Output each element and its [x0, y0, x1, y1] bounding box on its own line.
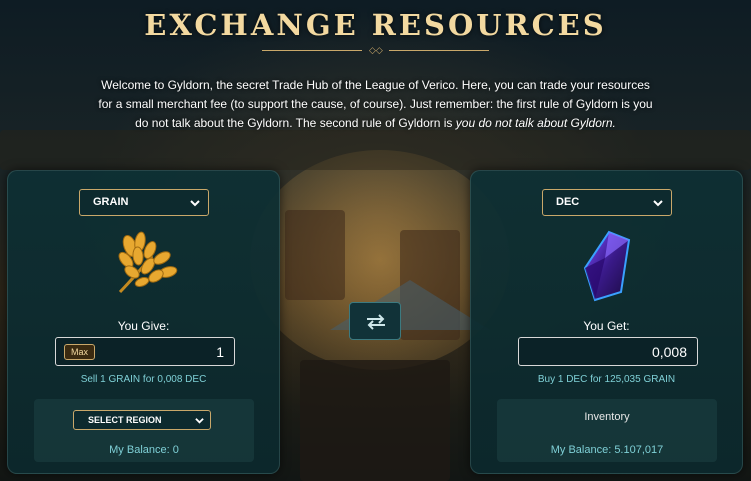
get-balance: My Balance: 5.107,017 — [550, 444, 664, 456]
sell-rate-text: Sell 1 GRAIN for 0,008 DEC — [80, 374, 207, 385]
inventory-subpanel: Inventory My Balance: 5.107,017 — [497, 399, 717, 462]
intro-text: Welcome to Gyldorn, the secret Trade Hub… — [80, 76, 671, 133]
swap-arrows-icon — [367, 314, 385, 330]
inventory-title: Inventory — [584, 411, 630, 423]
get-amount-field — [518, 337, 698, 366]
intro-line-3-italic: you do not talk about Gyldorn. — [455, 116, 616, 130]
dec-crystal-icon — [583, 230, 631, 302]
region-select-value: SELECT REGION — [88, 415, 162, 425]
chevron-down-icon — [190, 200, 200, 207]
get-panel: DEC You Get: Buy 1 DEC for 125,035 GRAIN… — [470, 170, 743, 474]
get-resource-select[interactable]: DEC — [542, 189, 672, 216]
grain-icon — [118, 231, 178, 294]
page-title: EXCHANGE RESOURCES — [144, 8, 607, 42]
intro-line-3-text: do not talk about the Gyldorn. The secon… — [135, 116, 456, 130]
title-ornament: ◇◇ — [262, 46, 489, 56]
chevron-down-icon — [653, 200, 663, 207]
max-button[interactable]: Max — [64, 344, 96, 360]
give-balance: My Balance: 0 — [109, 444, 179, 456]
buy-rate-text: Buy 1 DEC for 125,035 GRAIN — [537, 374, 676, 385]
give-amount-input[interactable] — [104, 338, 224, 365]
swap-button[interactable] — [349, 302, 401, 340]
region-select[interactable]: SELECT REGION — [73, 410, 211, 430]
give-resource-select[interactable]: GRAIN — [79, 189, 209, 216]
give-amount-field: Max — [55, 337, 235, 366]
give-resource-value: GRAIN — [93, 196, 129, 208]
intro-line-3: do not talk about the Gyldorn. The secon… — [80, 114, 671, 133]
you-get-label: You Get: — [583, 319, 630, 333]
chevron-down-icon — [195, 418, 204, 424]
diamond-ornament-icon: ◇◇ — [369, 45, 383, 55]
intro-line-1: Welcome to Gyldorn, the secret Trade Hub… — [101, 78, 650, 92]
give-panel: GRAIN You Give: Max Sell 1 GRAIN for 0,0… — [7, 170, 280, 474]
you-give-label: You Give: — [117, 319, 170, 333]
region-subpanel: SELECT REGION My Balance: 0 — [34, 399, 254, 462]
get-resource-value: DEC — [556, 196, 580, 208]
get-amount-input[interactable] — [567, 338, 687, 365]
intro-line-2: for a small merchant fee (to support the… — [98, 97, 653, 111]
